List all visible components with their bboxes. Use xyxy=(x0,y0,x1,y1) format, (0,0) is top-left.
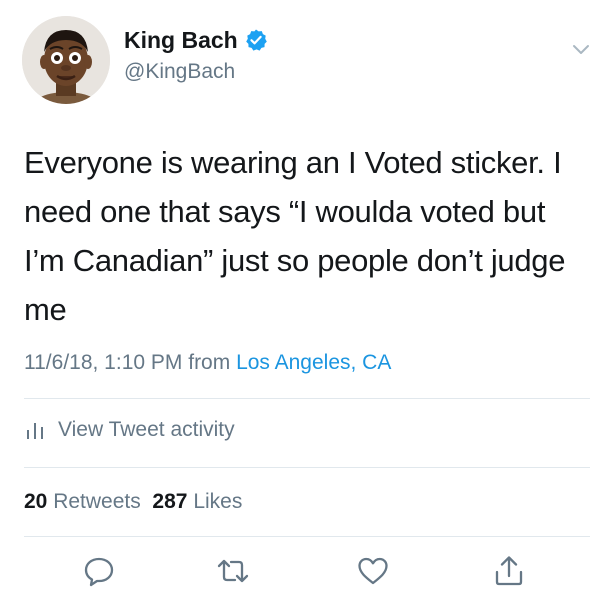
likes-label: Likes xyxy=(193,490,243,513)
tweet-stats: 20 Retweets 287 Likes xyxy=(24,490,242,514)
tweet-location-link[interactable]: Los Angeles, CA xyxy=(236,351,391,374)
view-tweet-activity-button[interactable]: View Tweet activity xyxy=(24,418,235,442)
chevron-down-icon[interactable] xyxy=(570,38,592,60)
avatar[interactable] xyxy=(22,16,110,104)
view-tweet-activity-label: View Tweet activity xyxy=(58,418,235,441)
user-handle[interactable]: @KingBach xyxy=(124,60,235,84)
reply-icon[interactable] xyxy=(82,554,116,588)
retweet-icon[interactable] xyxy=(216,554,250,588)
heart-icon[interactable] xyxy=(356,554,390,588)
bar-chart-icon xyxy=(24,419,46,441)
divider xyxy=(24,467,590,468)
display-name-row: King Bach xyxy=(124,28,268,52)
tweet-text: Everyone is wearing an I Voted sticker. … xyxy=(24,145,566,327)
retweets-count: 20 xyxy=(24,490,48,513)
divider xyxy=(24,398,590,399)
tweet-card: King Bach @KingBach Everyone is wearing … xyxy=(0,0,610,610)
share-icon[interactable] xyxy=(492,554,526,588)
retweets-stat[interactable]: 20 Retweets xyxy=(24,490,141,513)
retweets-label: Retweets xyxy=(53,490,141,513)
display-name[interactable]: King Bach xyxy=(124,28,238,52)
likes-count: 287 xyxy=(152,490,188,513)
likes-stat[interactable]: 287 Likes xyxy=(152,490,242,513)
tweet-metadata: 11/6/18, 1:10 PM from Los Angeles, CA xyxy=(24,351,391,375)
avatar-image xyxy=(22,16,110,104)
tweet-action-bar xyxy=(0,554,610,594)
verified-badge-icon xyxy=(244,28,268,52)
divider xyxy=(24,536,590,537)
from-label: from xyxy=(188,351,231,374)
tweet-timestamp[interactable]: 11/6/18, 1:10 PM xyxy=(24,351,182,374)
